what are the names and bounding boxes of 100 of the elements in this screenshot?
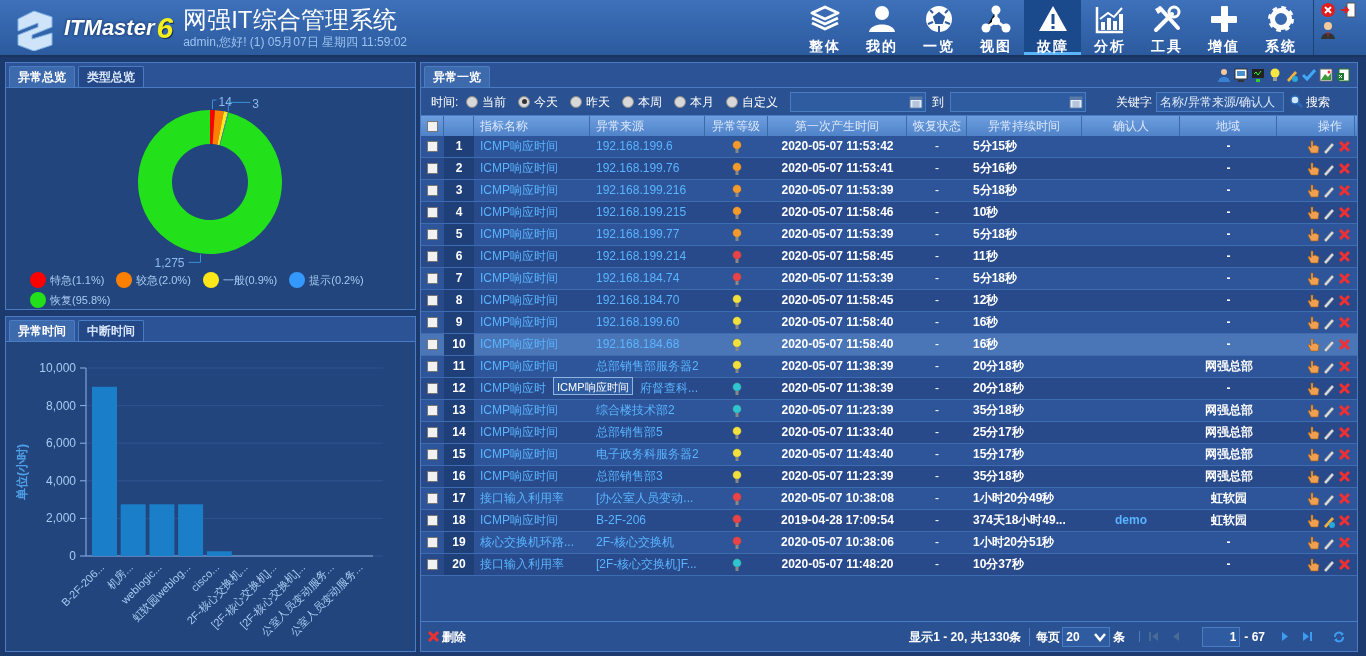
date-field[interactable] xyxy=(790,91,927,112)
spreadsheet-icon[interactable] xyxy=(1336,67,1350,83)
table-row[interactable]: 3 ICMP响应时间 192.168.199.216 2020-05-07 11:53:39 - 5分18秒 - xyxy=(421,180,1357,202)
table-row[interactable]: 20 接口输入利用率 [2F-核心交换机]F... 2020-05-07 11:48:20 - 10分37秒 - xyxy=(421,554,1357,576)
hand-icon[interactable] xyxy=(1306,337,1320,352)
link-text[interactable]: 192.168.184.68 xyxy=(596,337,680,351)
tab[interactable]: 异常一览 xyxy=(424,66,490,87)
calendar-icon[interactable] xyxy=(1069,94,1084,109)
tab[interactable]: 类型总览 xyxy=(78,66,144,87)
table-row[interactable]: 18 ICMP响应时间 B-2F-206 2019-04-28 17:09:54 - 374天18小时49... demo 虹软园 xyxy=(421,510,1357,532)
hand-icon[interactable] xyxy=(1306,491,1320,506)
table-row[interactable]: 4 ICMP响应时间 192.168.199.215 2020-05-07 11:58:46 - 10秒 - xyxy=(421,202,1357,224)
search-button[interactable]: 搜索 xyxy=(1290,92,1331,111)
table-row[interactable]: 19 核心交换机环路... 2F-核心交换机 2020-05-07 10:38:06 - 1小时20分51秒 - xyxy=(421,532,1357,554)
hand-icon[interactable] xyxy=(1306,315,1320,330)
table-row[interactable]: 11 ICMP响应时间 总部销售部服务器2 2020-05-07 11:38:39 - 20分18秒 网强总部 xyxy=(421,356,1357,378)
person-icon[interactable] xyxy=(1217,67,1231,83)
hand-icon[interactable] xyxy=(1306,271,1320,286)
last-page-icon[interactable] xyxy=(1302,631,1313,642)
hand-icon[interactable] xyxy=(1306,535,1320,550)
radio-option[interactable]: 自定义 xyxy=(726,92,779,111)
hand-icon[interactable] xyxy=(1306,227,1320,242)
link-text[interactable]: 总部销售部服务器2 xyxy=(596,359,699,373)
link-cell[interactable]: ICMP响应时间 xyxy=(474,202,590,223)
tab[interactable]: 异常总览 xyxy=(9,66,75,87)
calendar-icon[interactable] xyxy=(909,94,924,109)
checkbox[interactable] xyxy=(427,427,438,438)
checkbox[interactable] xyxy=(427,405,438,416)
link-text[interactable]: 192.168.199.60 xyxy=(596,315,680,329)
tab[interactable]: 中断时间 xyxy=(78,320,144,341)
link-cell[interactable]: 核心交换机环路... xyxy=(474,532,590,553)
link-text[interactable]: 府督查科... xyxy=(640,381,698,395)
hand-icon[interactable] xyxy=(1306,205,1320,220)
hand-icon[interactable] xyxy=(1306,161,1320,176)
nav-button[interactable]: 增值 xyxy=(1195,0,1252,55)
checkbox[interactable] xyxy=(427,295,438,306)
checkbox[interactable] xyxy=(427,163,438,174)
tab[interactable]: 异常时间 xyxy=(9,320,75,341)
hand-icon[interactable] xyxy=(1306,359,1320,374)
link-cell[interactable]: ICMP响应时间 xyxy=(474,466,590,487)
checkbox[interactable] xyxy=(427,251,438,262)
hand-icon[interactable] xyxy=(1306,381,1320,396)
checkbox[interactable] xyxy=(427,273,438,284)
table-row[interactable]: 15 ICMP响应时间 电子政务科服务器2 2020-05-07 11:43:40 - 15分17秒 网强总部 xyxy=(421,444,1357,466)
link-text[interactable]: 电子政务科服务器2 xyxy=(596,447,699,461)
link-cell[interactable]: ICMP响应时间 xyxy=(474,136,590,157)
per-page-select[interactable]: 20 xyxy=(1062,626,1111,647)
radio-option[interactable]: 昨天 xyxy=(570,92,611,111)
link-cell[interactable]: ICMP响应时间 xyxy=(474,246,590,267)
refresh-icon[interactable] xyxy=(1333,630,1345,643)
checkbox[interactable] xyxy=(427,185,438,196)
table-row[interactable]: 2 ICMP响应时间 192.168.199.76 2020-05-07 11:53:41 - 5分16秒 - xyxy=(421,158,1357,180)
link-text[interactable]: 192.168.199.216 xyxy=(596,183,687,197)
checkbox[interactable] xyxy=(427,141,438,152)
nav-button[interactable]: 一览 xyxy=(910,0,967,55)
table-row[interactable]: 14 ICMP响应时间 总部销售部5 2020-05-07 11:33:40 - 25分17秒 网强总部 xyxy=(421,422,1357,444)
link-cell[interactable]: 接口输入利用率 xyxy=(474,554,590,575)
hand-icon[interactable] xyxy=(1306,403,1320,418)
checkbox[interactable] xyxy=(427,317,438,328)
link-cell[interactable]: ICMP响应时间 xyxy=(474,334,590,355)
link-cell[interactable]: ICMP响应时间 xyxy=(474,510,590,531)
table-row[interactable]: 13 ICMP响应时间 综合楼技术部2 2020-05-07 11:23:39 - 35分18秒 网强总部 xyxy=(421,400,1357,422)
hand-icon[interactable] xyxy=(1306,425,1320,440)
table-row[interactable]: 6 ICMP响应时间 192.168.199.214 2020-05-07 11:58:45 - 11秒 - xyxy=(421,246,1357,268)
link-text[interactable]: 192.168.199.6 xyxy=(596,139,673,153)
checkbox[interactable] xyxy=(427,383,438,394)
checkbox[interactable] xyxy=(427,559,438,570)
user-icon[interactable] xyxy=(1320,21,1336,39)
exit-icon[interactable] xyxy=(1340,2,1356,18)
table-row[interactable]: 17 接口输入利用率 [办公室人员变动... 2020-05-07 10:38:08 - 1小时20分49秒 虹软园 xyxy=(421,488,1357,510)
hand-icon[interactable] xyxy=(1306,447,1320,462)
link-text[interactable]: [办公室人员变动... xyxy=(596,491,694,505)
checkbox[interactable] xyxy=(427,449,438,460)
table-row[interactable]: 1 ICMP响应时间 192.168.199.6 2020-05-07 11:53:42 - 5分15秒 - xyxy=(421,136,1357,158)
link-text[interactable]: 192.168.199.76 xyxy=(596,161,680,175)
link-text[interactable]: 综合楼技术部2 xyxy=(596,403,675,417)
checkbox[interactable] xyxy=(427,207,438,218)
checkbox[interactable] xyxy=(427,515,438,526)
nav-button[interactable]: 故障 xyxy=(1024,0,1081,55)
radio-option[interactable]: 今天 xyxy=(518,92,559,111)
link-text[interactable]: B-2F-206 xyxy=(596,513,647,527)
checkbox[interactable] xyxy=(427,537,438,548)
link-text[interactable]: 2F-核心交换机 xyxy=(596,535,674,549)
nav-button[interactable]: 视图 xyxy=(967,0,1024,55)
hand-icon[interactable] xyxy=(1306,557,1320,572)
table-row[interactable]: 5 ICMP响应时间 192.168.199.77 2020-05-07 11:53:39 - 5分18秒 - xyxy=(421,224,1357,246)
link-cell[interactable]: ICMP响应时间 xyxy=(474,180,590,201)
hand-icon[interactable] xyxy=(1306,139,1320,154)
radio-option[interactable]: 本周 xyxy=(622,92,663,111)
link-text[interactable]: 192.168.199.77 xyxy=(596,227,680,241)
checkbox[interactable] xyxy=(427,361,438,372)
hand-icon[interactable] xyxy=(1306,249,1320,264)
table-row[interactable]: 7 ICMP响应时间 192.168.184.74 2020-05-07 11:53:39 - 5分18秒 - xyxy=(421,268,1357,290)
link-text[interactable]: [2F-核心交换机]F... xyxy=(596,557,697,571)
radio-option[interactable]: 本月 xyxy=(674,92,715,111)
hand-icon[interactable] xyxy=(1306,513,1320,528)
link-cell[interactable]: ICMP响应时间 xyxy=(474,400,590,421)
hand-icon[interactable] xyxy=(1306,469,1320,484)
link-text[interactable]: 总部销售部5 xyxy=(596,425,663,439)
link-text[interactable]: 192.168.184.74 xyxy=(596,271,680,285)
